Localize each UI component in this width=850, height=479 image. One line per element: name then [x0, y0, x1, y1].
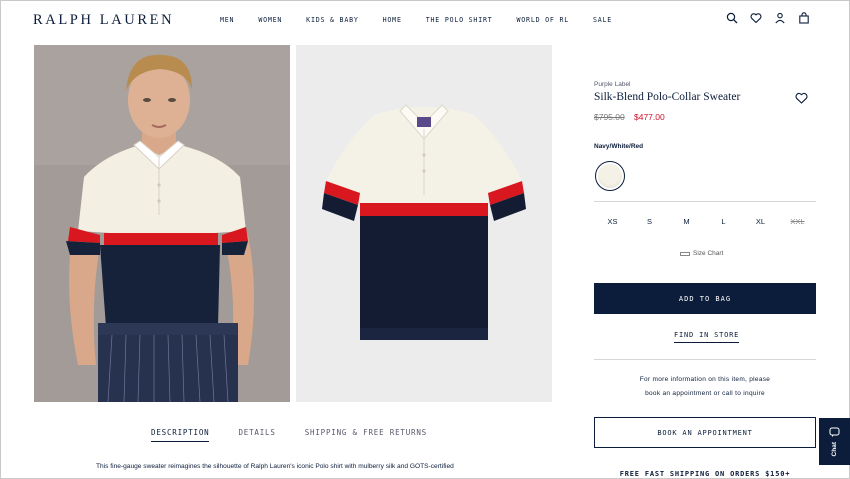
size-selector: XS S M L XL XXL — [594, 217, 816, 226]
chat-label: Chat — [831, 441, 838, 457]
tab-details[interactable]: DETAILS — [238, 428, 275, 442]
sale-price: $477.00 — [634, 112, 665, 122]
nav-women[interactable]: WOMEN — [258, 16, 282, 24]
wishlist-heart-icon[interactable] — [795, 92, 808, 104]
size-s[interactable]: S — [640, 217, 660, 226]
header-icons — [726, 12, 810, 24]
heart-icon[interactable] — [750, 12, 762, 24]
free-shipping-banner: FREE FAST SHIPPING ON ORDERS $150+ — [619, 470, 791, 478]
product-description: This fine-gauge sweater reimagines the s… — [96, 463, 454, 470]
size-xxl: XXL — [790, 217, 805, 226]
info-text-line1: For more information on this item, pleas… — [639, 376, 771, 383]
model-illustration — [34, 45, 290, 402]
nav-home[interactable]: HOME — [383, 16, 402, 24]
size-m[interactable]: M — [677, 217, 697, 226]
bag-icon[interactable] — [798, 12, 810, 24]
tab-description[interactable]: DESCRIPTION — [151, 428, 210, 442]
size-xs[interactable]: XS — [603, 217, 623, 226]
product-brand: Purple Label — [594, 81, 631, 88]
product-image-model[interactable] — [34, 45, 290, 402]
color-name: Navy/White/Red — [594, 143, 644, 150]
nav-men[interactable]: MEN — [220, 16, 234, 24]
chat-button[interactable]: Chat — [819, 418, 850, 465]
nav-polo-shirt[interactable]: THE POLO SHIRT — [426, 16, 493, 24]
product-image-flat[interactable] — [296, 45, 552, 402]
divider — [594, 201, 816, 202]
book-appointment-button[interactable]: BOOK AN APPOINTMENT — [594, 417, 816, 448]
swatch-fill — [598, 164, 622, 188]
product-title: Silk-Blend Polo-Collar Sweater — [594, 91, 741, 103]
search-icon[interactable] — [726, 12, 738, 24]
add-to-bag-button[interactable]: ADD TO BAG — [594, 283, 816, 314]
size-chart-link[interactable]: Size Chart — [680, 250, 723, 257]
size-xl[interactable]: XL — [751, 217, 771, 226]
divider — [594, 359, 816, 360]
find-in-store-link[interactable]: FIND IN STORE — [674, 331, 740, 343]
nav-world-of-rl[interactable]: WORLD OF RL — [517, 16, 569, 24]
size-chart-label: Size Chart — [693, 250, 724, 257]
nav-sale[interactable]: SALE — [593, 16, 612, 24]
product-info-tabs: DESCRIPTION DETAILS SHIPPING & FREE RETU… — [151, 428, 456, 442]
nav-kids-baby[interactable]: KIDS & BABY — [306, 16, 358, 24]
original-price: $795.00 — [594, 112, 625, 122]
info-text-line2: book an appointment or call to inquire — [645, 390, 765, 397]
sweater-illustration — [296, 45, 552, 402]
color-swatch[interactable] — [595, 161, 625, 191]
brand-logo[interactable]: RALPH LAUREN — [33, 12, 174, 29]
tab-shipping-returns[interactable]: SHIPPING & FREE RETURNS — [305, 428, 427, 442]
size-l[interactable]: L — [714, 217, 734, 226]
main-nav: MEN WOMEN KIDS & BABY HOME THE POLO SHIR… — [220, 16, 636, 24]
chat-bubble-icon — [829, 427, 840, 437]
ruler-icon — [680, 251, 690, 256]
account-icon[interactable] — [774, 12, 786, 24]
